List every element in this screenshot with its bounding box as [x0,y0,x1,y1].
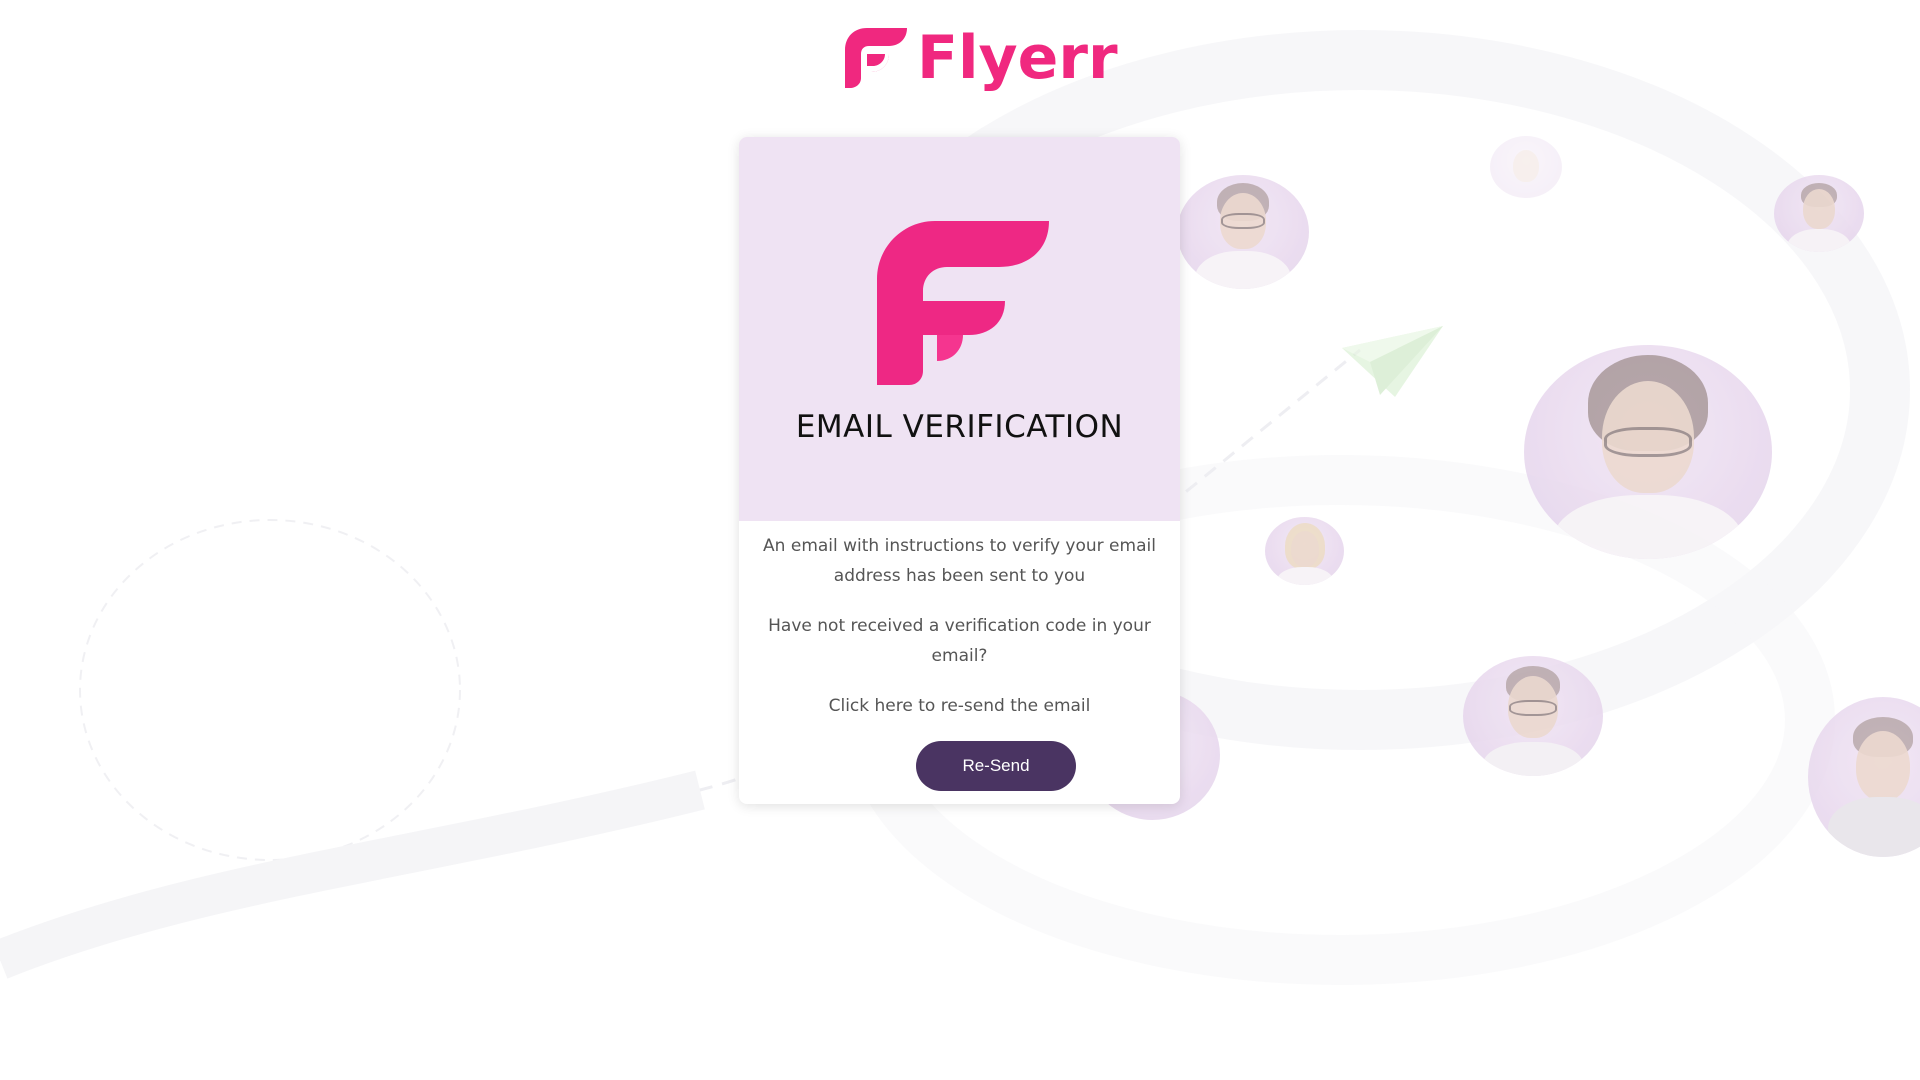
not-received-text: Have not received a verification code in… [768,616,1151,666]
paper-plane-icon [1342,326,1443,397]
resend-hint-text: Click here to re-send the email [828,696,1091,716]
flyerr-f-logo-icon [877,221,1049,385]
page: Flyerr EMAIL VERIFICATION An email with … [0,0,1920,1080]
avatar [1265,517,1344,585]
avatar [1524,345,1772,559]
avatar [1774,175,1864,252]
resend-button[interactable]: Re-Send [916,741,1076,791]
resend-wrap: Re-Send [739,741,1180,791]
card-header: EMAIL VERIFICATION [739,137,1180,521]
flyerr-f-logo-icon [845,28,907,88]
instructions-text: An email with instructions to verify you… [763,536,1156,586]
header-logo[interactable]: Flyerr [845,26,1118,90]
card-body: An email with instructions to verify you… [739,521,1180,721]
avatar [1177,175,1309,289]
brand-wordmark: Flyerr [917,23,1118,93]
page-title: EMAIL VERIFICATION [795,409,1124,445]
avatar [1463,656,1603,776]
verification-card: EMAIL VERIFICATION An email with instruc… [739,137,1180,804]
avatar [1490,136,1562,198]
